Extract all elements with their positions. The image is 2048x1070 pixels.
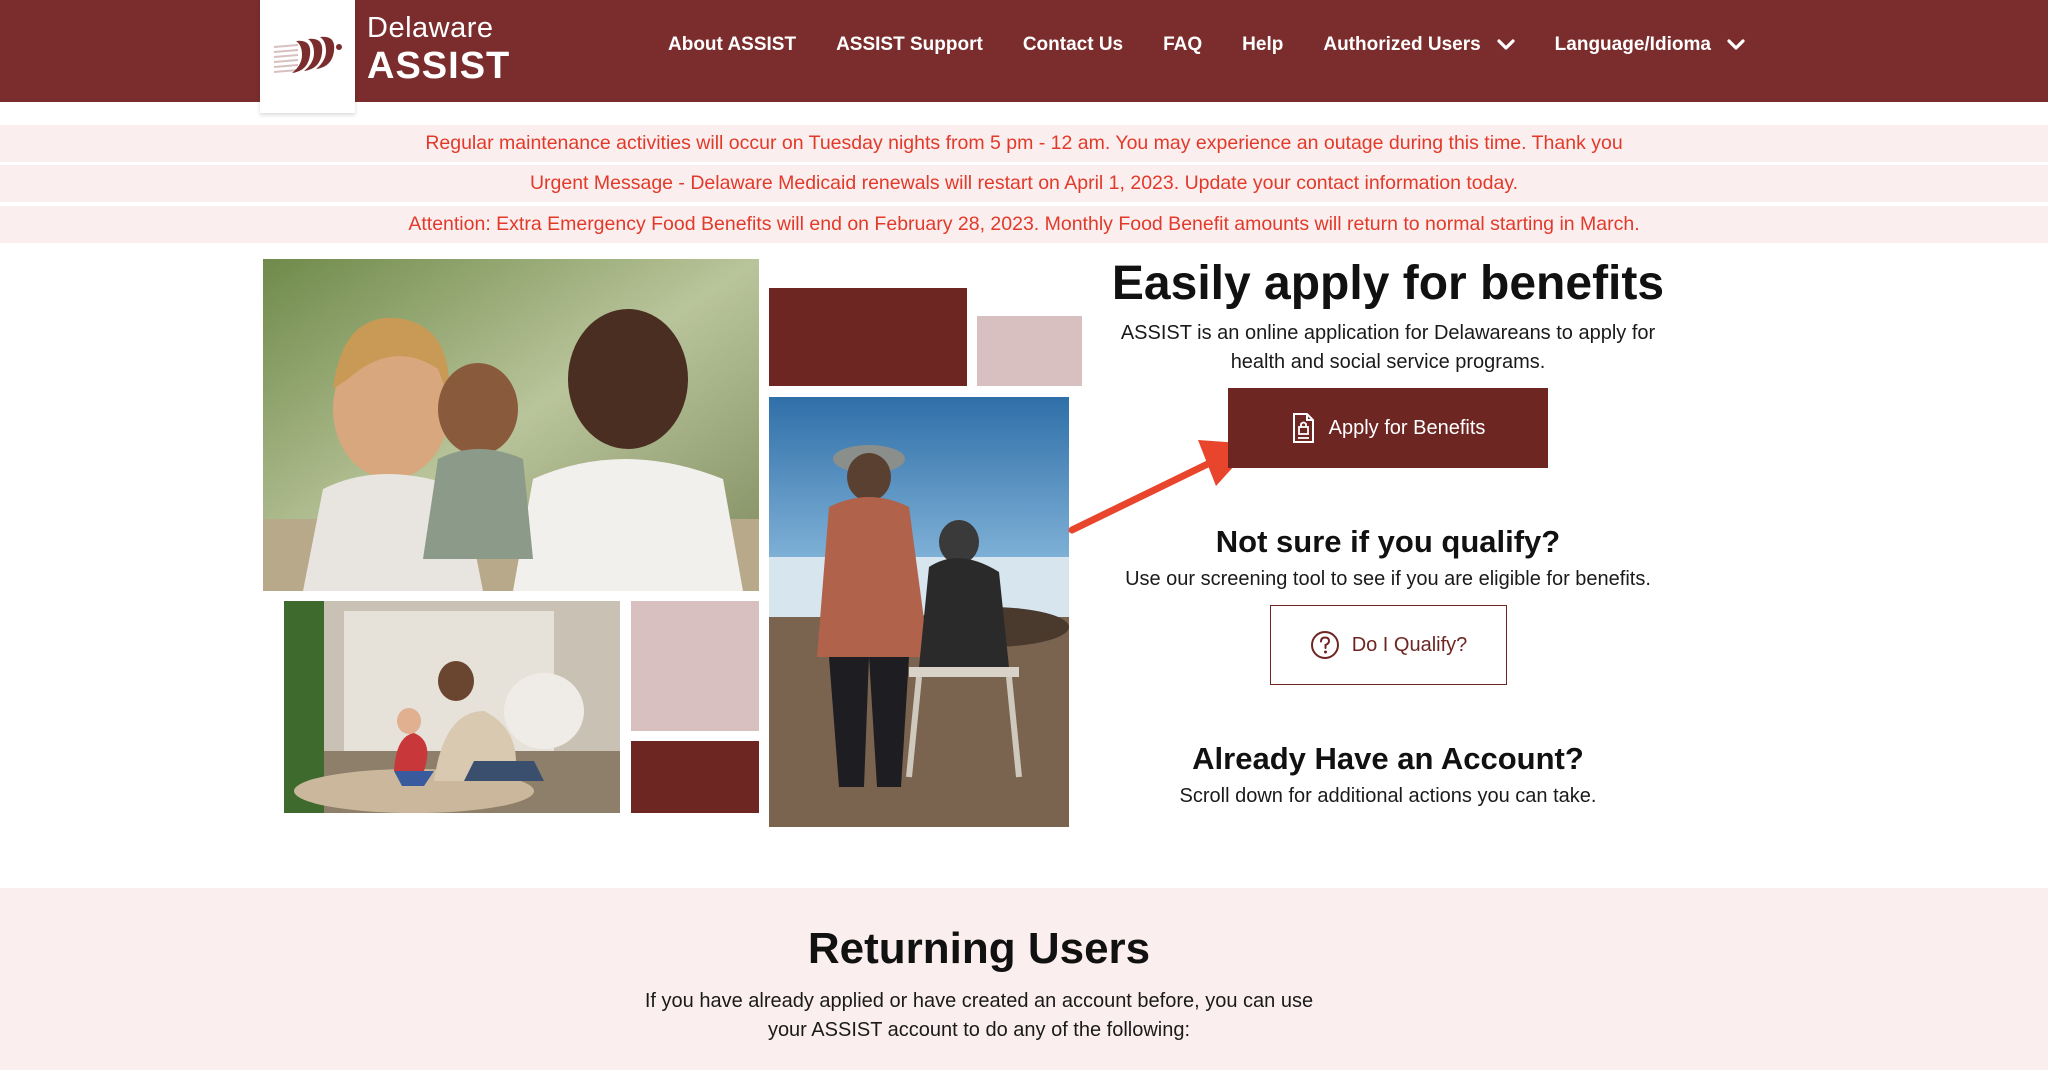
delaware-assist-logo-icon [273, 36, 342, 73]
question-circle-icon [1310, 631, 1339, 659]
account-description: Scroll down for additional actions you c… [1179, 785, 1597, 807]
nav-contact-us[interactable]: Contact Us [1023, 34, 1123, 56]
decor-block-light [631, 601, 759, 731]
decor-block-dark [769, 288, 967, 386]
nav-about-assist[interactable]: About ASSIST [668, 34, 796, 56]
chevron-down-icon [1497, 39, 1515, 50]
mother-child-photo [284, 601, 620, 813]
decor-block-dark [631, 741, 759, 813]
nav-help[interactable]: Help [1242, 34, 1283, 56]
site-header: Delaware ASSIST About ASSIST ASSIST Supp… [0, 0, 2048, 113]
logo-box[interactable] [260, 0, 355, 113]
nav-label: Language/Idioma [1554, 34, 1711, 55]
beach-photo [769, 397, 1069, 827]
nav-label: ASSIST Support [836, 34, 983, 55]
returning-users-title: Returning Users [807, 924, 1151, 973]
nav-faq[interactable]: FAQ [1163, 34, 1202, 56]
qualify-button-label: Do I Qualify? [1351, 633, 1468, 656]
brand-line-1: Delaware [367, 12, 494, 44]
brand-name[interactable]: Delaware ASSIST [367, 12, 511, 87]
nav-label: FAQ [1163, 34, 1203, 55]
nav-label: About ASSIST [668, 34, 797, 55]
hero-description: ASSIST is an online application for Dela… [1120, 322, 1656, 373]
hero-title: Easily apply for benefits [1111, 257, 1665, 310]
nav-label: Help [1242, 34, 1284, 55]
apply-for-benefits-button[interactable]: Apply for Benefits [1228, 388, 1548, 468]
nav-language[interactable]: Language/Idioma [1555, 34, 1745, 56]
nav-label: Authorized Users [1323, 34, 1481, 55]
qualify-description: Use our screening tool to see if you are… [1125, 568, 1651, 590]
do-i-qualify-button[interactable]: Do I Qualify? [1270, 605, 1507, 685]
nav-authorized-users[interactable]: Authorized Users [1323, 34, 1515, 56]
brand-line-2: ASSIST [367, 45, 511, 87]
account-title: Already Have an Account? [1192, 741, 1584, 776]
document-lock-icon [1292, 413, 1314, 443]
chevron-down-icon [1727, 39, 1745, 50]
alert-maintenance: Regular maintenance activities will occu… [0, 125, 2048, 162]
family-photo [263, 259, 759, 591]
page: Delaware ASSIST About ASSIST ASSIST Supp… [0, 0, 2048, 1070]
qualify-title: Not sure if you qualify? [1215, 524, 1561, 559]
main-nav: About ASSIST ASSIST Support Contact Us F… [668, 0, 1785, 90]
apply-button-label: Apply for Benefits [1328, 416, 1486, 439]
nav-assist-support[interactable]: ASSIST Support [836, 34, 983, 56]
nav-label: Contact Us [1022, 34, 1124, 55]
decor-block-light [977, 316, 1082, 386]
alert-food-benefits: Attention: Extra Emergency Food Benefits… [0, 206, 2048, 243]
returning-users-description: If you have already applied or have crea… [644, 990, 1314, 1041]
alert-medicaid: Urgent Message - Delaware Medicaid renew… [0, 165, 2048, 202]
